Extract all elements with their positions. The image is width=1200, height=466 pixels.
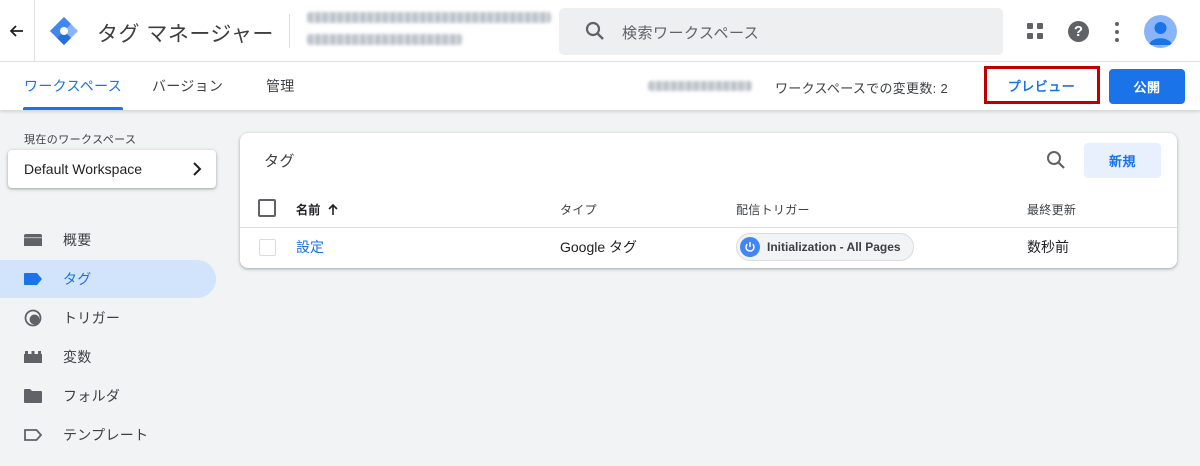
column-header-name[interactable]: 名前 — [296, 201, 338, 218]
chevron-right-icon — [193, 162, 202, 176]
workspace-changes-count: ワークスペースでの変更数: 2 — [775, 81, 949, 96]
container-name-redacted — [307, 34, 462, 45]
column-header-label: 名前 — [296, 203, 321, 217]
preview-button[interactable]: プレビュー — [991, 71, 1092, 99]
tag-type: Google タグ — [560, 239, 638, 255]
sidebar-item-templates[interactable]: テンプレート — [0, 416, 216, 454]
search-icon — [585, 21, 604, 40]
sidebar-item-overview[interactable]: 概要 — [0, 221, 216, 259]
overview-icon — [24, 232, 42, 248]
tag-icon — [24, 271, 42, 287]
app-title: タグ マネージャー — [97, 23, 274, 46]
search-placeholder: 検索ワークスペース — [622, 25, 760, 42]
workspace-selector[interactable]: Default Workspace — [8, 150, 216, 188]
row-checkbox[interactable] — [259, 239, 276, 256]
sidebar-item-label: フォルダ — [63, 388, 121, 404]
apps-grid-icon[interactable] — [1027, 23, 1043, 39]
account-container-selector[interactable] — [305, 8, 555, 54]
column-header-type[interactable]: タイプ — [560, 201, 597, 218]
container-id-redacted — [648, 81, 752, 91]
sidebar-item-label: トリガー — [63, 310, 121, 326]
sidebar-item-label: テンプレート — [63, 427, 149, 443]
last-updated: 数秒前 — [1027, 239, 1069, 255]
power-icon — [740, 237, 760, 257]
tab-versions[interactable]: バージョン — [152, 62, 223, 110]
sidebar-item-label: 概要 — [63, 232, 92, 248]
sidebar-item-tags[interactable]: タグ — [0, 260, 216, 298]
sidebar-item-label: タグ — [63, 271, 92, 287]
card-title: タグ — [264, 153, 296, 170]
template-icon — [24, 427, 42, 443]
divider — [34, 0, 35, 62]
avatar[interactable] — [1144, 15, 1177, 48]
search-icon[interactable] — [1046, 150, 1066, 170]
tag-manager-logo-icon[interactable] — [48, 15, 80, 47]
select-all-checkbox[interactable] — [258, 199, 276, 217]
divider — [289, 14, 290, 48]
sort-ascending-icon — [328, 203, 338, 215]
new-tag-button[interactable]: 新規 — [1084, 143, 1161, 178]
back-arrow-icon[interactable] — [6, 19, 28, 43]
sidebar-item-triggers[interactable]: トリガー — [0, 299, 216, 337]
trigger-chip[interactable]: Initialization - All Pages — [736, 233, 914, 261]
folder-icon — [24, 388, 42, 404]
trigger-chip-label: Initialization - All Pages — [767, 240, 901, 254]
sidebar-item-folders[interactable]: フォルダ — [0, 377, 216, 415]
column-header-trigger[interactable]: 配信トリガー — [736, 201, 810, 218]
help-icon[interactable]: ? — [1068, 21, 1089, 42]
workspace-search-input[interactable]: 検索ワークスペース — [559, 8, 1003, 55]
tags-card: タグ 新規 名前 タイプ 配信トリガー 最終更新 設定 Google タグ In… — [240, 133, 1177, 268]
workspace-toolbar: ワークスペース バージョン 管理 ワークスペースでの変更数: 2 プレビュー 公… — [0, 62, 1200, 110]
current-workspace-caption: 現在のワークスペース — [24, 134, 137, 146]
more-vert-icon[interactable] — [1114, 22, 1120, 42]
sidebar-item-variables[interactable]: 変数 — [0, 338, 216, 376]
variables-icon — [24, 349, 42, 365]
tab-admin[interactable]: 管理 — [266, 62, 295, 110]
workspace-name: Default Workspace — [24, 161, 143, 177]
sidebar-item-label: 変数 — [63, 349, 92, 365]
top-header: タグ マネージャー 検索ワークスペース ? — [0, 0, 1200, 62]
publish-button[interactable]: 公開 — [1109, 69, 1185, 104]
divider — [240, 227, 1177, 228]
column-header-updated[interactable]: 最終更新 — [1027, 201, 1076, 218]
tag-name-link[interactable]: 設定 — [296, 237, 324, 257]
trigger-icon — [24, 309, 42, 327]
account-name-redacted — [307, 12, 551, 23]
tab-workspace[interactable]: ワークスペース — [23, 62, 123, 110]
